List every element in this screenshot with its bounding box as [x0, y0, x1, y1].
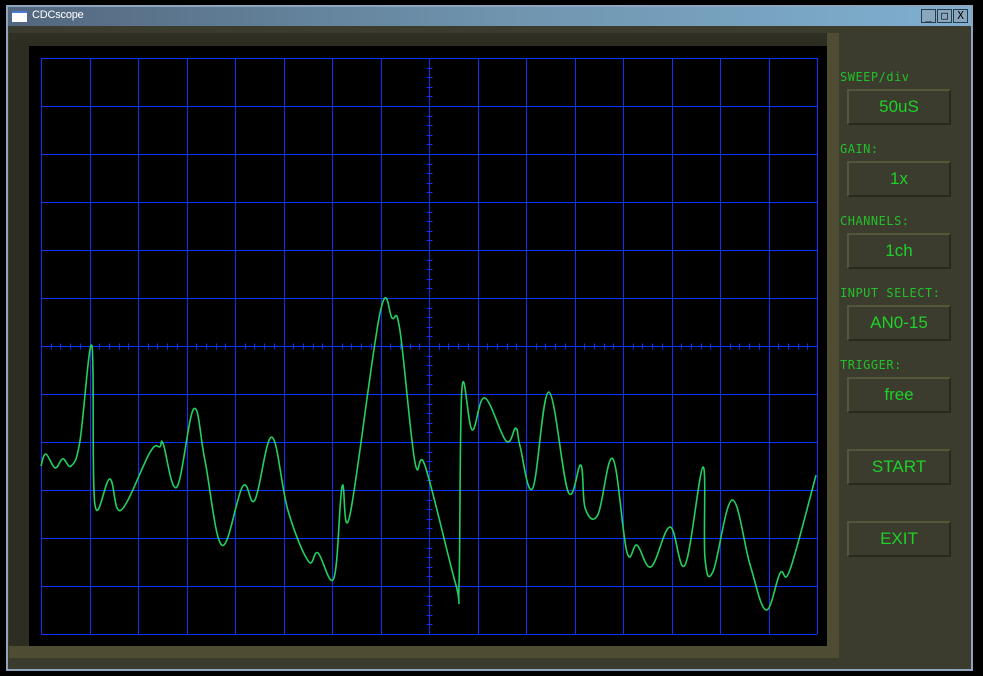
start-button[interactable]: START — [847, 449, 951, 485]
trigger-label: TRIGGER: — [840, 358, 902, 372]
gain-button[interactable]: 1x — [847, 161, 951, 197]
input-select-label: INPUT SELECT: — [840, 286, 941, 300]
input-select-button[interactable]: AN0-15 — [847, 305, 951, 341]
channels-button[interactable]: 1ch — [847, 233, 951, 269]
gain-label: GAIN: — [840, 142, 879, 156]
exit-button[interactable]: EXIT — [847, 521, 951, 557]
sweep-button[interactable]: 50uS — [847, 89, 951, 125]
trigger-button[interactable]: free — [847, 377, 951, 413]
channels-label: CHANNELS: — [840, 214, 910, 228]
scope-display — [40, 58, 818, 635]
sweep-label: SWEEP/div — [840, 70, 910, 84]
